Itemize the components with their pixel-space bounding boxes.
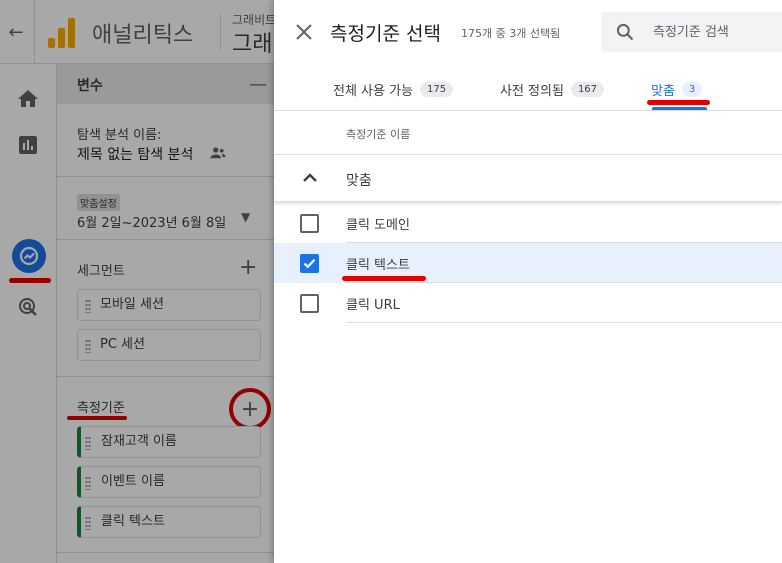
dialog-title: 측정기준 선택 <box>330 23 441 45</box>
selection-count: 175개 중 3개 선택됨 <box>461 27 561 40</box>
close-icon[interactable] <box>292 20 316 44</box>
annotation-underline <box>647 100 710 105</box>
count-badge: 167 <box>570 81 605 97</box>
search-box <box>601 12 782 52</box>
chevron-up-icon[interactable] <box>300 168 320 188</box>
group-label: 맞춤 <box>346 173 372 189</box>
group-header[interactable]: 맞춤 <box>274 154 782 202</box>
dimension-option[interactable]: 클릭 URL <box>274 283 782 323</box>
check-icon <box>303 259 316 269</box>
tab-label: 사전 정의됨 <box>500 83 564 99</box>
count-badge: 175 <box>420 81 454 97</box>
tab-predefined[interactable]: 사전 정의됨 167 <box>500 78 605 100</box>
search-input[interactable] <box>653 12 778 52</box>
divider <box>346 322 782 323</box>
search-icon <box>616 23 634 41</box>
count-badge: 3 <box>681 81 703 97</box>
tab-label: 전체 사용 가능 <box>333 83 414 99</box>
tab-all-available[interactable]: 전체 사용 가능 175 <box>333 78 454 100</box>
divider <box>274 110 782 111</box>
option-label: 클릭 URL <box>346 298 400 313</box>
checkbox[interactable] <box>300 214 319 233</box>
option-label: 클릭 도메인 <box>346 218 410 233</box>
checkbox[interactable] <box>300 294 319 313</box>
select-dimensions-dialog: 측정기준 선택 175개 중 3개 선택됨 전체 사용 가능 175 사전 정의됨… <box>274 0 782 563</box>
annotation-underline <box>342 276 426 281</box>
tab-label: 맞춤 <box>651 83 675 99</box>
checkbox[interactable] <box>300 254 319 273</box>
dimension-option[interactable]: 클릭 도메인 <box>274 203 782 243</box>
tab-custom[interactable]: 맞춤 3 <box>651 78 703 100</box>
option-label: 클릭 텍스트 <box>346 258 410 273</box>
column-header: 측정기준 이름 <box>346 128 411 141</box>
